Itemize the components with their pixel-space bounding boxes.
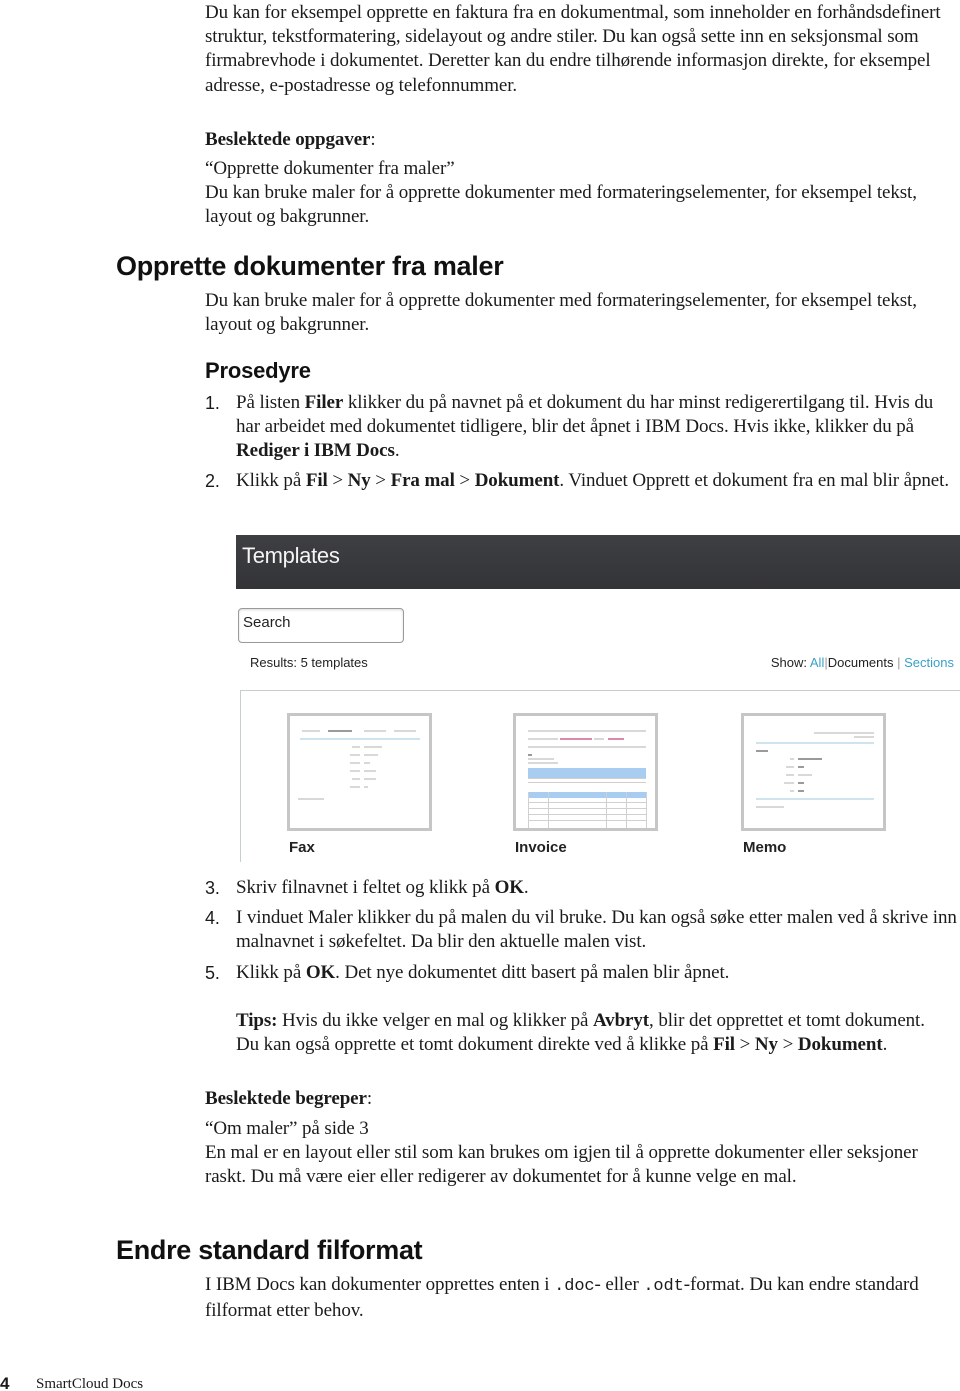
step-number: 4. <box>205 908 220 929</box>
intro-paragraph: Du kan for eksempel opprette en faktura … <box>205 2 941 96</box>
template-name: Invoice <box>515 839 567 856</box>
text-run: I vinduet Maler klikker du på malen du v… <box>236 907 957 953</box>
template-name: Fax <box>289 839 315 856</box>
step-text: På listen Filer klikker du på navnet på … <box>236 392 933 461</box>
text-run: > <box>370 469 391 491</box>
template-name: Memo <box>743 839 787 856</box>
text-run: . Det nye dokumentet ditt basert på male… <box>335 961 730 983</box>
fax-thumbnail <box>287 713 432 831</box>
ui-term: Ny <box>754 1034 778 1056</box>
invoice-thumbnail <box>513 713 658 831</box>
tip-text: Hvis du ikke velger en mal og klikker på… <box>236 1010 925 1055</box>
ui-term: Dokument <box>797 1034 883 1056</box>
step-text: Klikk på OK. Det nye dokumentet ditt bas… <box>236 962 729 983</box>
doc-extension: .doc <box>554 1277 595 1296</box>
procedure-step: 3. Skriv filnavnet i feltet og klikk på … <box>205 876 960 900</box>
text-run: Klikk på <box>236 961 306 983</box>
footer-product-name: SmartCloud Docs <box>36 1376 144 1391</box>
procedure-step: 4. I vinduet Maler klikker du på malen d… <box>205 906 960 954</box>
page-number: 4 <box>0 1374 10 1391</box>
related-concept-description: En mal er en layout eller stil som kan b… <box>205 1142 918 1188</box>
text-run: . Vinduet Opprett et dokument fra en mal… <box>559 469 949 491</box>
related-task-link[interactable]: “Opprette dokumenter fra maler” <box>205 157 455 181</box>
step-number: 3. <box>205 878 220 898</box>
text-run: . <box>882 1034 888 1056</box>
text-run: Skriv filnavnet i feltet og klikk på <box>236 877 495 898</box>
section-title-file-format: Endre standard filformat <box>116 1235 423 1265</box>
ui-term: Rediger i IBM Docs <box>236 440 395 462</box>
related-task-description: Du kan bruke maler for å opprette dokume… <box>205 182 917 228</box>
templates-dialog-title: Templates <box>242 543 340 568</box>
procedure-steps-1-2: 1. På listen Filer klikker du på navnet … <box>205 391 960 493</box>
procedure-step: 5. Klikk på OK. Det nye dokumentet ditt … <box>205 961 960 985</box>
odt-extension: .odt <box>643 1277 684 1296</box>
related-concept-link[interactable]: “Om maler” på side 3 <box>205 1117 369 1141</box>
tip-label: Tips: <box>236 1010 278 1031</box>
procedure-steps-3-5: 3. Skriv filnavnet i feltet og klikk på … <box>205 876 960 985</box>
text-run: Klikk på <box>236 469 306 491</box>
search-placeholder: Search <box>243 614 291 631</box>
text-run: . <box>523 877 529 898</box>
ui-term: Fil <box>713 1034 735 1056</box>
text-run: > <box>777 1034 798 1056</box>
ui-term: Avbryt <box>592 1010 650 1031</box>
procedure-step: 2. Klikk på Fil > Ny > Fra mal > Dokumen… <box>205 469 960 493</box>
ui-term: Fra mal <box>390 469 455 491</box>
text-run: > <box>735 1034 755 1056</box>
step-number: 5. <box>205 962 220 983</box>
templates-results-count: Results: 5 templates <box>250 655 368 670</box>
ui-term: Fil <box>305 469 328 491</box>
text-run: Hvis du ikke velger en mal og klikker på <box>277 1010 593 1031</box>
ui-term: Filer <box>304 392 344 413</box>
procedure-step: 1. På listen Filer klikker du på navnet … <box>205 391 960 464</box>
related-concepts-label: Beslektede begreper <box>205 1088 367 1109</box>
step-text: Klikk på Fil > Ny > Fra mal > Dokument. … <box>236 470 949 491</box>
step-number: 2. <box>205 470 220 491</box>
related-tasks-heading: Beslektede oppgaver: <box>205 129 376 150</box>
text-run: . <box>394 440 400 462</box>
filter-sections-link[interactable]: Sections <box>904 655 954 670</box>
ui-term: OK <box>494 877 524 898</box>
show-label: Show: <box>770 655 807 670</box>
section-title-templates: Opprette dokumenter fra maler <box>116 251 504 281</box>
file-format-paragraph: I IBM Docs kan dokumenter opprettes ente… <box>205 1274 919 1322</box>
text-run: På listen <box>236 392 305 413</box>
templates-grid: Fax Invoice Memo <box>240 690 960 862</box>
templates-filter-bar: Show: All|Documents | Sections <box>771 655 954 670</box>
related-tasks-label: Beslektede oppgaver <box>205 129 371 150</box>
related-concepts-heading: Beslektede begreper: <box>205 1088 373 1109</box>
ui-term: OK <box>305 961 336 983</box>
step-text: I vinduet Maler klikker du på malen du v… <box>236 907 957 952</box>
text-run: > <box>454 469 475 491</box>
templates-dialog-header: Templates <box>236 535 960 589</box>
tip-note: Tips: Hvis du ikke velger en mal og klik… <box>236 1009 946 1057</box>
procedure-title: Prosedyre <box>205 358 311 383</box>
memo-thumbnail <box>741 713 886 831</box>
step-text: Skriv filnavnet i feltet og klikk på OK. <box>236 877 529 898</box>
ui-term: Ny <box>347 469 371 491</box>
filter-documents-link[interactable]: Documents <box>828 655 894 670</box>
filter-separator: | <box>897 655 901 670</box>
filter-all-link[interactable]: All <box>810 655 824 670</box>
section-intro: Du kan bruke maler for å opprette dokume… <box>205 290 917 336</box>
ui-term: Dokument <box>474 469 560 491</box>
step-number: 1. <box>205 393 220 413</box>
templates-search-input[interactable]: Search <box>238 608 404 643</box>
text-run: > <box>327 469 348 491</box>
